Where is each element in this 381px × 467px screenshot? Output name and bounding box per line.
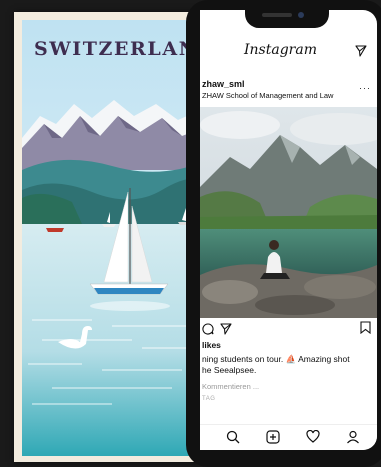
search-icon[interactable] — [226, 430, 242, 446]
speaker-grille — [262, 13, 292, 17]
instagram-header: Instagram — [200, 38, 377, 62]
poster-artwork — [22, 20, 208, 456]
poster-title: SWITZERLAND — [34, 38, 214, 60]
caption-line: ning students on tour. ⛵ Amazing shot — [202, 354, 350, 364]
instagram-screen: Instagram zhaw_sml ZHAW School of Manage… — [200, 10, 377, 450]
instagram-logo: Instagram — [244, 42, 317, 58]
profile-icon[interactable] — [346, 430, 362, 446]
bottom-navigation — [200, 424, 377, 450]
comment-icon[interactable] — [202, 322, 214, 340]
front-camera — [298, 12, 304, 18]
post-time: TAG — [202, 396, 216, 402]
seealpsee-photo — [200, 107, 377, 318]
bookmark-icon[interactable] — [360, 321, 371, 339]
post-actions — [200, 320, 377, 336]
phone-notch — [245, 8, 329, 28]
post-caption: ning students on tour. ⛵ Amazing shot he… — [202, 354, 372, 376]
add-post-icon[interactable] — [266, 430, 282, 446]
poster-illustration — [22, 20, 208, 456]
post-location[interactable]: ZHAW School of Management and Law — [202, 91, 333, 100]
switzerland-poster: SWITZERLAND — [14, 12, 214, 462]
more-options-icon[interactable]: ··· — [359, 83, 371, 93]
heart-icon[interactable] — [306, 429, 322, 446]
comment-input[interactable]: Kommentieren ... — [202, 382, 259, 391]
caption-line: he Seealpsee. — [202, 365, 257, 375]
send-icon[interactable] — [355, 44, 367, 62]
post-image[interactable] — [200, 107, 377, 318]
share-icon[interactable] — [220, 322, 232, 340]
likes-count[interactable]: likes — [202, 340, 221, 350]
post-username[interactable]: zhaw_sml — [202, 79, 245, 89]
